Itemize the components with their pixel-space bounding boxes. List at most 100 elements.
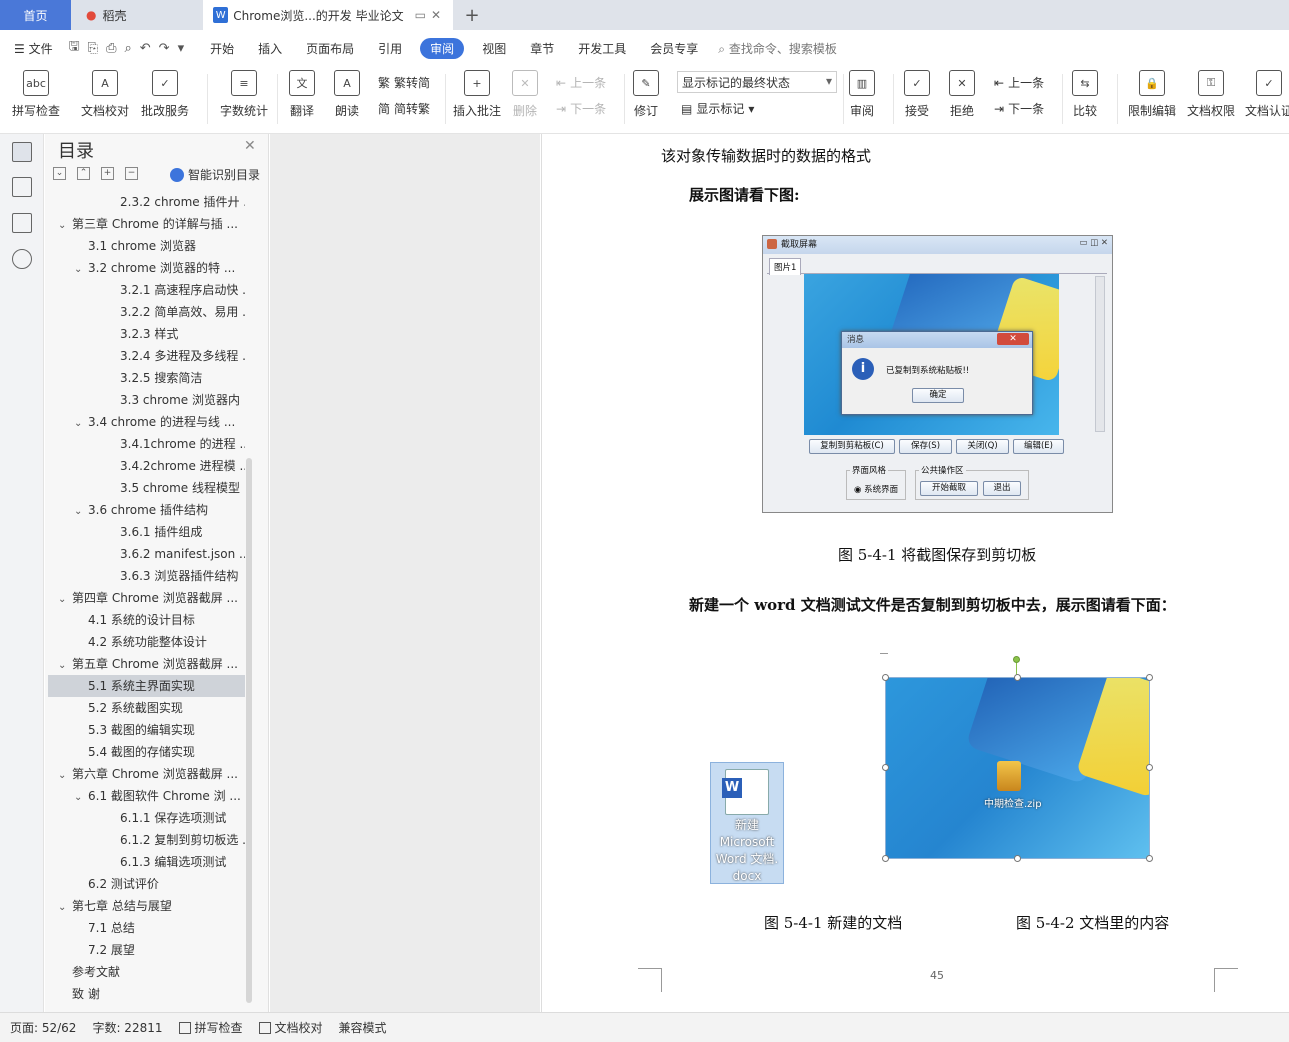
toc-item[interactable]: 3.2.5 搜索简洁 bbox=[48, 367, 245, 389]
chevron-down-icon[interactable]: ⌄ bbox=[74, 413, 88, 433]
toc-item[interactable]: ⌄ 3.6 chrome 插件结构 bbox=[48, 499, 245, 521]
toc-item[interactable]: 3.6.1 插件组成 bbox=[48, 521, 245, 543]
word-count-button[interactable]: ≡ 字数统计 bbox=[220, 70, 268, 119]
toc-item[interactable]: 5.1 系统主界面实现 bbox=[48, 675, 245, 697]
chevron-down-icon[interactable]: ⌄ bbox=[74, 501, 88, 521]
smart-toc-button[interactable]: 智能识别目录 bbox=[170, 166, 260, 183]
prev-change-button[interactable]: ⇤ 上一条 bbox=[994, 74, 1044, 91]
tab-daoke[interactable]: ● 稻壳 bbox=[72, 0, 200, 30]
command-search[interactable]: ⌕ 查找命令、搜索模板 bbox=[718, 40, 837, 57]
preview-icon[interactable]: ⌕ bbox=[124, 41, 131, 56]
expand-all-icon[interactable]: ⌄ bbox=[53, 167, 66, 180]
menu-view[interactable]: 视图 bbox=[470, 40, 518, 57]
chapter-nav-icon[interactable] bbox=[12, 177, 32, 197]
resize-handle[interactable] bbox=[1014, 855, 1021, 862]
toc-item[interactable]: 3.4.2chrome 进程模 ... bbox=[48, 455, 245, 477]
toc-item[interactable]: 参考文献 bbox=[48, 961, 245, 983]
print-icon[interactable]: ⎙ bbox=[106, 41, 116, 56]
doc-proof-toggle[interactable]: 文档校对 bbox=[258, 1019, 323, 1036]
toc-item[interactable]: 3.3 chrome 浏览器内 ... bbox=[48, 389, 245, 411]
doc-proof-button[interactable]: A 文档校对 bbox=[81, 70, 129, 119]
figure-desktop-image[interactable]: 中期检查.zip bbox=[885, 677, 1150, 859]
resize-handle[interactable] bbox=[882, 855, 889, 862]
word-count-indicator[interactable]: 字数: 22811 bbox=[92, 1019, 162, 1036]
correction-service-button[interactable]: ✓ 批改服务 bbox=[141, 70, 189, 119]
chevron-down-icon[interactable]: ⌄ bbox=[58, 897, 72, 917]
new-tab-icon[interactable]: + bbox=[460, 0, 484, 30]
add-heading-icon[interactable]: + bbox=[101, 167, 114, 180]
save-icon[interactable]: 🖫 bbox=[69, 37, 80, 59]
toc-item[interactable]: 3.4.1chrome 的进程 ... bbox=[48, 433, 245, 455]
resize-handle[interactable] bbox=[1146, 855, 1153, 862]
resize-handle[interactable] bbox=[1014, 674, 1021, 681]
toc-item[interactable]: 7.2 展望 bbox=[48, 939, 245, 961]
chevron-down-icon[interactable]: ⌄ bbox=[58, 655, 72, 675]
toc-item[interactable]: 3.6.2 manifest.json ... bbox=[48, 543, 245, 565]
restrict-edit-button[interactable]: 🔒 限制编辑 bbox=[1128, 70, 1176, 119]
review-pane-button[interactable]: ▥ 审阅 bbox=[849, 70, 875, 119]
insert-comment-button[interactable]: + 插入批注 bbox=[453, 70, 501, 119]
compare-button[interactable]: ⇆ 比较 bbox=[1072, 70, 1098, 119]
toc-item[interactable]: 3.2.3 样式 bbox=[48, 323, 245, 345]
reject-button[interactable]: ✕ 拒绝 bbox=[949, 70, 975, 119]
toc-icon[interactable] bbox=[12, 142, 32, 162]
toc-item[interactable]: ⌄ 第五章 Chrome 浏览器截屏 ... bbox=[48, 653, 245, 675]
close-icon[interactable]: ✕ bbox=[244, 138, 256, 154]
toc-item[interactable]: 4.1 系统的设计目标 bbox=[48, 609, 245, 631]
toc-item[interactable]: ⌄ 6.1 截图软件 Chrome 浏 ... bbox=[48, 785, 245, 807]
toc-item[interactable]: ⌄ 第七章 总结与展望 bbox=[48, 895, 245, 917]
customize-icon[interactable]: ▾ bbox=[178, 41, 185, 56]
menu-references[interactable]: 引用 bbox=[366, 40, 414, 57]
spell-check-button[interactable]: abc 拼写检查 bbox=[12, 70, 60, 119]
tab-home[interactable]: 首页 bbox=[0, 0, 71, 30]
spell-check-toggle[interactable]: 拼写检查 bbox=[178, 1019, 243, 1036]
toc-item[interactable]: 3.2.1 高速程序启动快 ... bbox=[48, 279, 245, 301]
accept-button[interactable]: ✓ 接受 bbox=[904, 70, 930, 119]
toc-item[interactable]: 3.1 chrome 浏览器 bbox=[48, 235, 245, 257]
track-changes-button[interactable]: ✎ 修订 bbox=[633, 70, 659, 119]
toc-item[interactable]: ⌄ 第三章 Chrome 的详解与插 ... bbox=[48, 213, 245, 235]
delete-comment-button[interactable]: ✕ 删除 bbox=[512, 70, 538, 119]
menu-chapter[interactable]: 章节 bbox=[518, 40, 566, 57]
nav-scrollbar[interactable] bbox=[246, 458, 252, 1003]
menu-developer[interactable]: 开发工具 bbox=[566, 40, 638, 57]
toc-item[interactable]: 3.2.2 简单高效、易用 ... bbox=[48, 301, 245, 323]
chevron-down-icon[interactable]: ⌄ bbox=[58, 765, 72, 785]
toc-item[interactable]: 5.3 截图的编辑实现 bbox=[48, 719, 245, 741]
menu-start[interactable]: 开始 bbox=[198, 40, 246, 57]
toc-item[interactable]: 5.4 截图的存储实现 bbox=[48, 741, 245, 763]
toc-item[interactable]: 6.1.1 保存选项测试 bbox=[48, 807, 245, 829]
toc-item[interactable]: 5.2 系统截图实现 bbox=[48, 697, 245, 719]
toc-item[interactable]: 6.2 测试评价 bbox=[48, 873, 245, 895]
chevron-down-icon[interactable]: ⌄ bbox=[74, 787, 88, 807]
menu-page-layout[interactable]: 页面布局 bbox=[294, 40, 366, 57]
read-aloud-button[interactable]: A 朗读 bbox=[334, 70, 360, 119]
to-traditional-button[interactable]: 繁繁转简 bbox=[378, 74, 430, 91]
menu-insert[interactable]: 插入 bbox=[246, 40, 294, 57]
remove-heading-icon[interactable]: − bbox=[125, 167, 138, 180]
doc-permission-button[interactable]: ⚿ 文档权限 bbox=[1187, 70, 1235, 119]
undo-icon[interactable]: ↶ bbox=[140, 41, 151, 56]
resize-handle[interactable] bbox=[1146, 764, 1153, 771]
chevron-down-icon[interactable]: ⌄ bbox=[58, 215, 72, 235]
export-icon[interactable]: ⎘ bbox=[88, 41, 98, 56]
prev-comment-button[interactable]: ⇤ 上一条 bbox=[556, 74, 606, 91]
redo-icon[interactable]: ↷ bbox=[159, 41, 170, 56]
tab-document[interactable]: W Chrome浏览...的开发 毕业论文 ▭ ✕ bbox=[203, 0, 453, 30]
search-icon[interactable] bbox=[12, 249, 32, 269]
file-menu[interactable]: ☰ 文件 bbox=[0, 40, 65, 57]
next-comment-button[interactable]: ⇥ 下一条 bbox=[556, 100, 606, 117]
toc-item[interactable]: ⌄ 第六章 Chrome 浏览器截屏 ... bbox=[48, 763, 245, 785]
resize-handle[interactable] bbox=[882, 764, 889, 771]
toc-item[interactable]: 3.6.3 浏览器插件结构 bbox=[48, 565, 245, 587]
page-indicator[interactable]: 页面: 52/62 bbox=[10, 1019, 76, 1036]
to-simplified-button[interactable]: 简简转繁 bbox=[378, 100, 430, 117]
toc-item[interactable]: 7.1 总结 bbox=[48, 917, 245, 939]
toc-item[interactable]: ⌄ 3.4 chrome 的进程与线 ... bbox=[48, 411, 245, 433]
next-change-button[interactable]: ⇥ 下一条 bbox=[994, 100, 1044, 117]
toc-item[interactable]: ⌄ 第四章 Chrome 浏览器截屏 ... bbox=[48, 587, 245, 609]
chevron-down-icon[interactable]: ⌄ bbox=[74, 259, 88, 279]
menu-member[interactable]: 会员专享 bbox=[638, 40, 710, 57]
menu-review[interactable]: 审阅 bbox=[420, 37, 465, 59]
toc-item[interactable]: 致 谢 bbox=[48, 983, 245, 1005]
